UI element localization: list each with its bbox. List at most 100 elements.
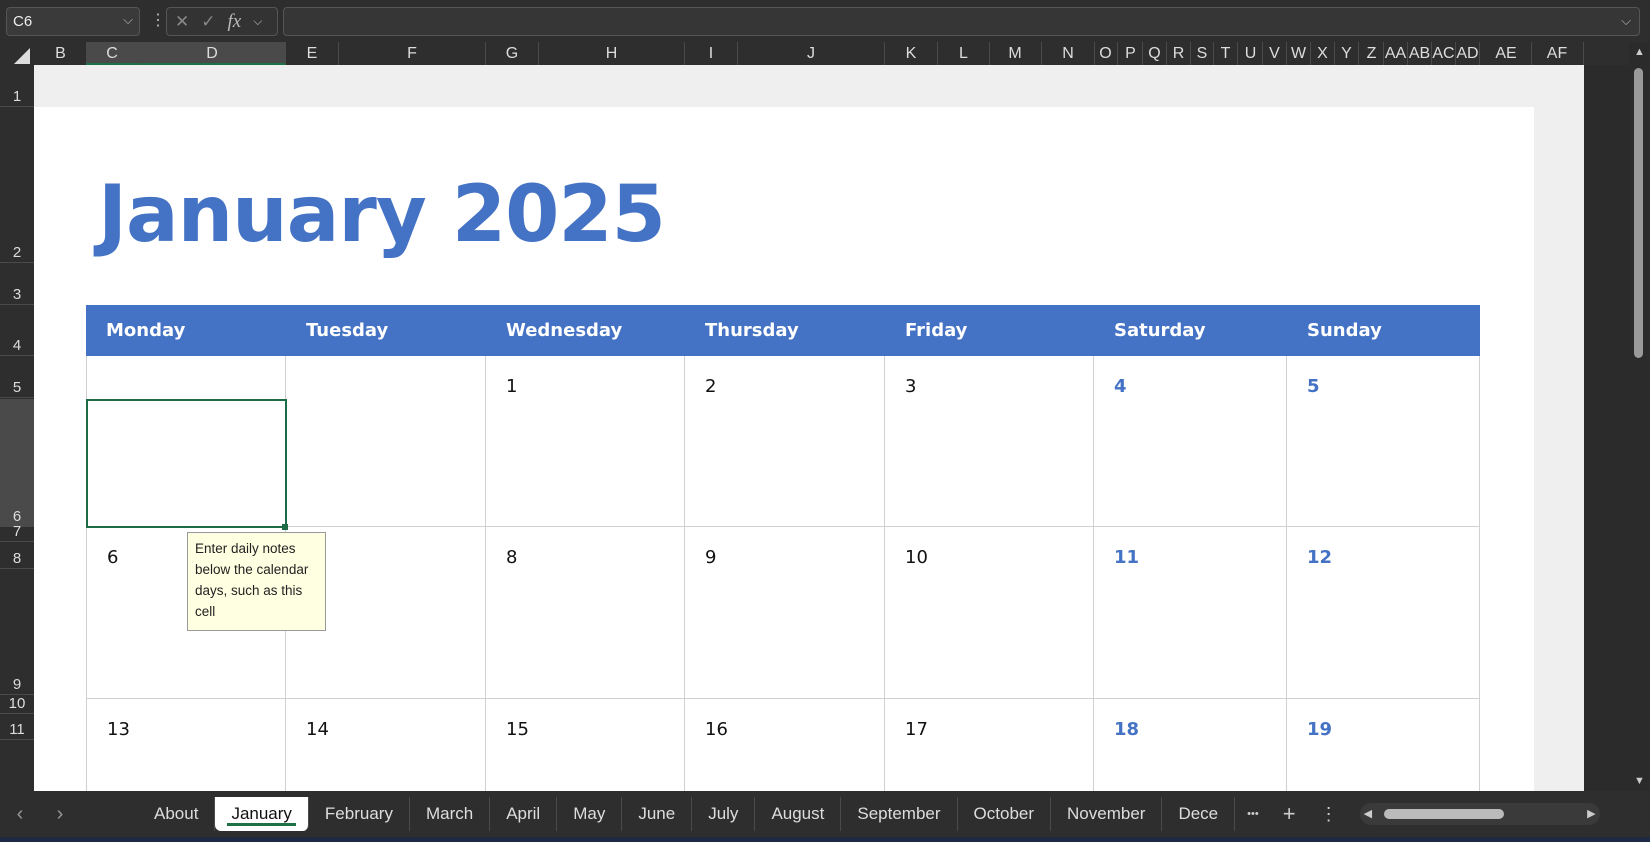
column-header-AF[interactable]: AF <box>1531 42 1584 65</box>
row-header-3[interactable]: 3 <box>0 263 34 305</box>
calendar-day-cell[interactable]: 16 <box>685 699 885 791</box>
enter-check-icon[interactable]: ✓ <box>201 12 215 32</box>
calendar-day-cell[interactable]: 8 <box>486 527 685 699</box>
calendar-day-cell[interactable]: 9 <box>685 527 885 699</box>
weekday-tuesday: Tuesday <box>306 320 389 341</box>
chevron-down-icon[interactable]: ⌵ <box>253 14 262 29</box>
worksheet[interactable]: January 2025 Monday Tuesday Wednesday Thurs… <box>34 65 1629 791</box>
column-header-M[interactable]: M <box>989 42 1042 65</box>
calendar-day-cell[interactable]: 17 <box>885 699 1094 791</box>
insert-function-button[interactable]: fx <box>228 11 242 33</box>
row-header-10[interactable]: 10 <box>0 695 34 714</box>
column-header-J[interactable]: J <box>738 42 885 65</box>
row-header-2[interactable]: 2 <box>0 107 34 263</box>
calendar-day-cell[interactable]: 3 <box>885 356 1094 527</box>
sheet-tab-july[interactable]: July <box>692 797 756 831</box>
column-header-I[interactable]: I <box>685 42 738 65</box>
column-header-AD[interactable]: AD <box>1456 42 1480 65</box>
calendar-day-cell[interactable]: 15 <box>486 699 685 791</box>
column-header-P[interactable]: P <box>1119 42 1143 65</box>
sheet-tab-january[interactable]: January <box>215 797 309 831</box>
column-header-L[interactable]: L <box>938 42 990 65</box>
column-header-N[interactable]: N <box>1042 42 1095 65</box>
calendar-day-cell[interactable]: 1 <box>486 356 685 527</box>
cancel-icon[interactable]: ✕ <box>175 12 189 32</box>
calendar-day-cell[interactable]: 19 <box>1287 699 1480 791</box>
prev-sheet-icon[interactable]: ‹ <box>0 803 40 826</box>
row-header-5[interactable]: 5 <box>0 355 34 398</box>
expand-formula-icon[interactable]: ⌵ <box>1621 13 1631 29</box>
column-header-S[interactable]: S <box>1191 42 1214 65</box>
column-header-O[interactable]: O <box>1094 42 1118 65</box>
column-header-U[interactable]: U <box>1239 42 1263 65</box>
column-header-R[interactable]: R <box>1167 42 1191 65</box>
calendar-day-cell[interactable]: 12 <box>1287 527 1480 699</box>
column-header-V[interactable]: V <box>1263 42 1287 65</box>
column-header-AB[interactable]: AB <box>1408 42 1432 65</box>
column-header-K[interactable]: K <box>885 42 938 65</box>
column-header-T[interactable]: T <box>1214 42 1238 65</box>
vertical-scroll-thumb[interactable] <box>1634 68 1643 358</box>
calendar-day-cell[interactable]: 4 <box>1094 356 1287 527</box>
horizontal-scroll-thumb[interactable] <box>1383 809 1504 819</box>
fill-handle[interactable] <box>282 524 288 530</box>
row-header-1[interactable]: 1 <box>0 65 34 107</box>
column-header-D[interactable]: D <box>139 42 286 65</box>
calendar-day-cell[interactable]: 13 <box>86 699 286 791</box>
calendar-day-cell[interactable] <box>286 356 486 527</box>
sheet-tab-march[interactable]: March <box>410 797 491 831</box>
scroll-down-icon[interactable]: ▼ <box>1634 775 1645 787</box>
sheet-tab-june[interactable]: June <box>622 797 693 831</box>
horizontal-scrollbar[interactable]: ◀ ▶ <box>1359 803 1600 825</box>
sheet-tab-about[interactable]: About <box>138 797 216 831</box>
formula-input[interactable]: ⌵ <box>283 7 1640 36</box>
column-header-X[interactable]: X <box>1311 42 1335 65</box>
row-header-11[interactable]: 11 <box>0 714 34 740</box>
options-icon[interactable]: ⋮ <box>1308 804 1350 825</box>
calendar-day-cell[interactable]: 18 <box>1094 699 1287 791</box>
calendar-day-cell[interactable]: 5 <box>1287 356 1480 527</box>
scroll-right-icon[interactable]: ▶ <box>1587 807 1595 820</box>
calendar-day-cell[interactable]: 2 <box>685 356 885 527</box>
next-sheet-icon[interactable]: › <box>40 803 80 826</box>
column-header-AC[interactable]: AC <box>1432 42 1456 65</box>
taskbar-edge <box>0 837 1650 842</box>
sheet-tab-october[interactable]: October <box>958 797 1052 831</box>
more-options-icon[interactable]: ⋮ <box>150 10 166 30</box>
column-header-E[interactable]: E <box>286 42 339 65</box>
column-header-W[interactable]: W <box>1287 42 1311 65</box>
sheet-tab-may[interactable]: May <box>557 797 623 831</box>
row-header-4[interactable]: 4 <box>0 305 34 356</box>
sheet-tab-august[interactable]: August <box>755 797 842 831</box>
column-header-F[interactable]: F <box>339 42 486 65</box>
select-all-button[interactable] <box>14 48 30 64</box>
name-box[interactable]: C6 ⌵ <box>6 7 140 36</box>
row-header-7[interactable]: 7 <box>0 523 34 542</box>
sheet-tab-september[interactable]: September <box>841 797 958 831</box>
sheet-tab-february[interactable]: February <box>309 797 410 831</box>
sheet-tab-april[interactable]: April <box>490 797 558 831</box>
column-header-Q[interactable]: Q <box>1143 42 1167 65</box>
sheet-tab-november[interactable]: November <box>1051 797 1163 831</box>
calendar-day-cell[interactable]: 11 <box>1094 527 1287 699</box>
more-sheets-icon[interactable]: ••• <box>1235 808 1271 820</box>
add-sheet-button[interactable]: + <box>1271 801 1308 827</box>
scroll-left-icon[interactable]: ◀ <box>1364 807 1372 820</box>
selected-cell[interactable] <box>86 399 287 528</box>
sheet-tab-dece[interactable]: Dece <box>1162 797 1236 831</box>
column-header-H[interactable]: H <box>539 42 685 65</box>
scroll-up-icon[interactable]: ▲ <box>1634 46 1645 58</box>
row-header-8[interactable]: 8 <box>0 542 34 569</box>
column-header-Y[interactable]: Y <box>1335 42 1359 65</box>
column-header-G[interactable]: G <box>486 42 539 65</box>
calendar-day-cell[interactable]: 10 <box>885 527 1094 699</box>
row-header-6[interactable]: 6 <box>0 399 34 527</box>
column-header-C[interactable]: C <box>86 42 139 65</box>
row-header-9[interactable]: 9 <box>0 569 34 695</box>
column-header-AA[interactable]: AA <box>1384 42 1408 65</box>
calendar-day-cell[interactable]: 14 <box>286 699 486 791</box>
column-header-Z[interactable]: Z <box>1360 42 1384 65</box>
column-header-B[interactable]: B <box>35 42 87 65</box>
column-header-AE[interactable]: AE <box>1481 42 1532 65</box>
chevron-down-icon[interactable]: ⌵ <box>123 12 133 28</box>
